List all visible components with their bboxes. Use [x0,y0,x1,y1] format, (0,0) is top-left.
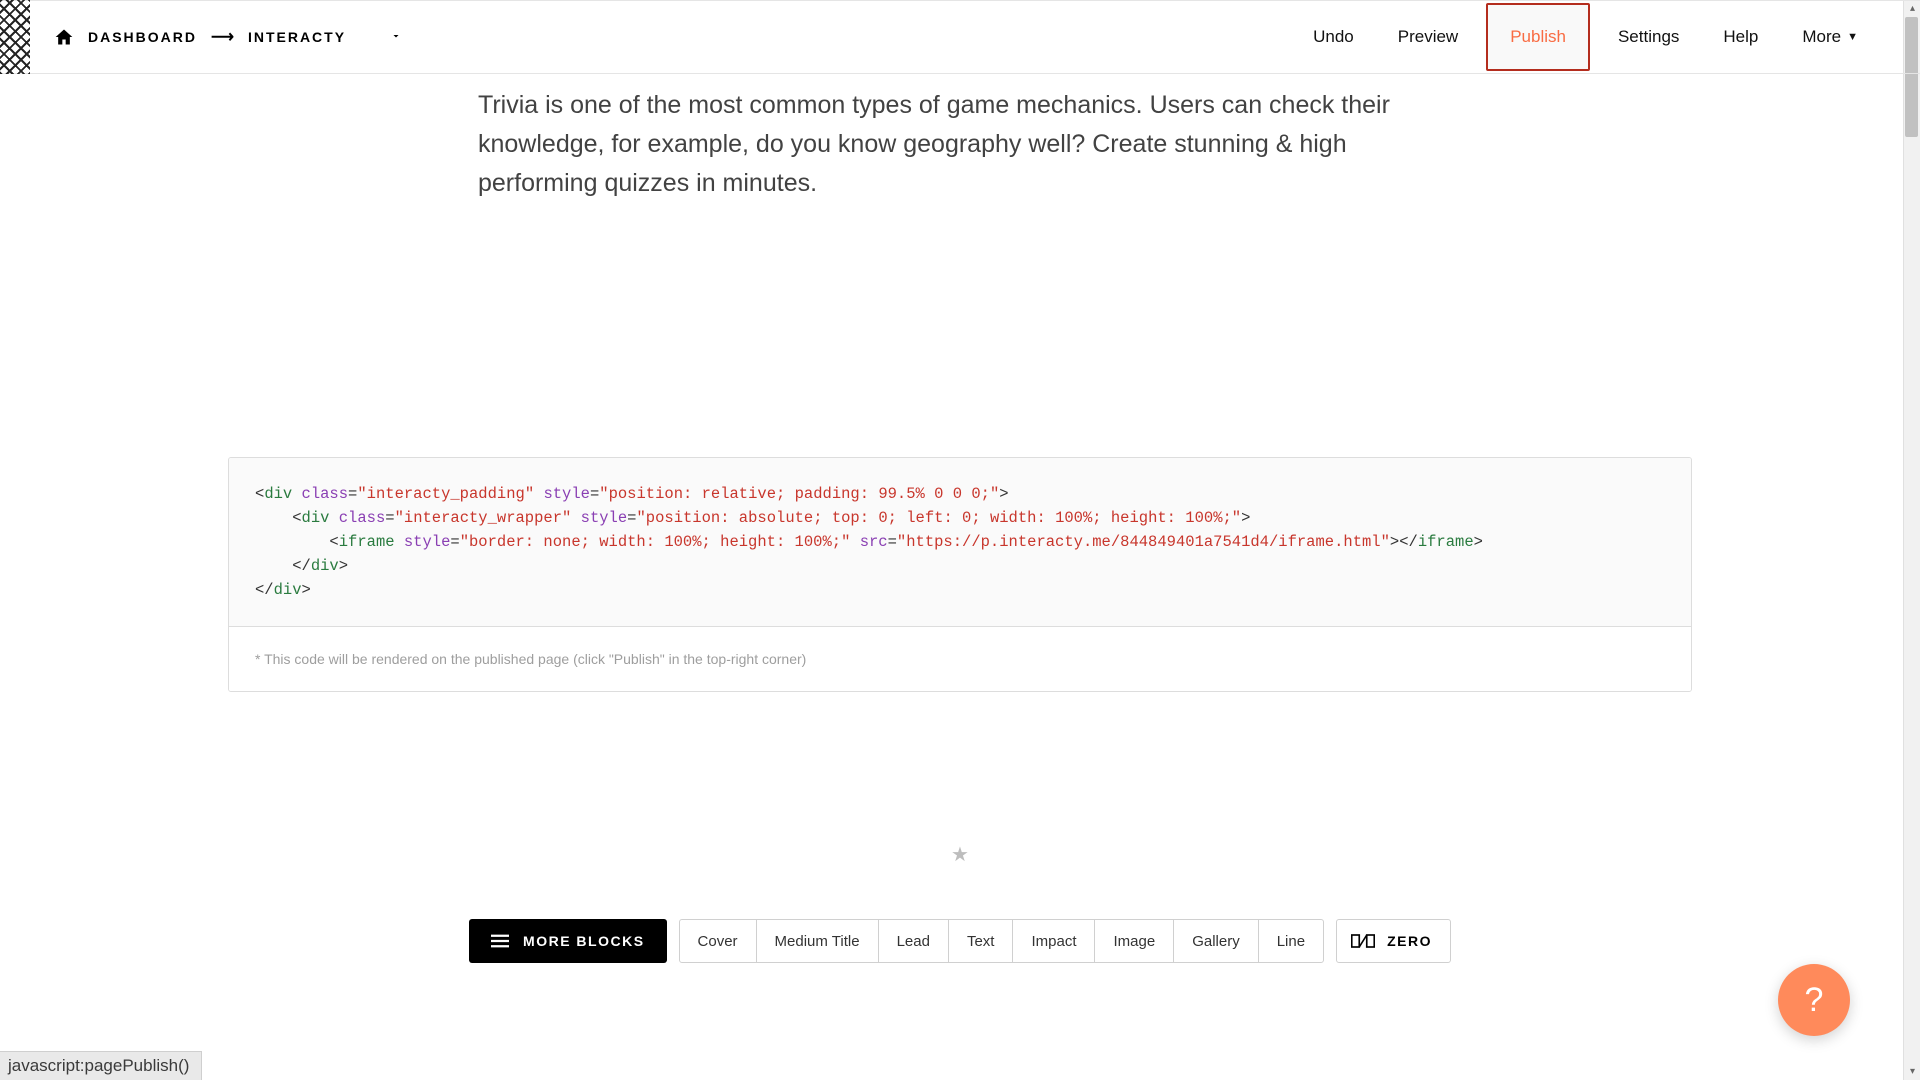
code-style3: border: none; width: 100%; height: 100%; [469,533,841,551]
code-class2: interacty_wrapper [404,509,562,527]
topbar: DASHBOARD ⟶ INTERACTY Undo Preview Publi… [0,0,1920,74]
topbar-actions: Undo Preview Publish Settings Help More … [1291,1,1880,73]
code-class1: interacty_padding [367,485,525,503]
statusbar: javascript:pagePublish() [0,1051,202,1080]
help-fab-button[interactable]: ? [1778,964,1850,1036]
breadcrumb-dropdown-icon[interactable] [390,29,402,45]
block-medium-title[interactable]: Medium Title [757,920,879,962]
undo-button[interactable]: Undo [1291,3,1376,71]
embed-code[interactable]: <div class="interacty_padding" style="po… [229,458,1691,626]
star-divider-icon: ★ [0,842,1920,867]
block-toolbar: MORE BLOCKS Cover Medium Title Lead Text… [0,919,1920,963]
scrollbar-down-icon[interactable]: ▾ [1904,1063,1920,1080]
embed-code-block: <div class="interacty_padding" style="po… [228,457,1692,692]
zero-label: ZERO [1387,933,1432,949]
block-impact[interactable]: Impact [1013,920,1095,962]
vertical-scrollbar[interactable]: ▴ ▾ [1903,0,1920,1080]
block-line[interactable]: Line [1259,920,1323,962]
block-type-group: Cover Medium Title Lead Text Impact Imag… [679,919,1325,963]
settings-button[interactable]: Settings [1596,3,1701,71]
block-cover[interactable]: Cover [680,920,757,962]
block-image[interactable]: Image [1095,920,1174,962]
chevron-down-icon: ▼ [1847,31,1858,43]
more-label: More [1802,27,1841,47]
more-blocks-label: MORE BLOCKS [523,933,645,949]
breadcrumb-dashboard[interactable]: DASHBOARD [88,29,197,45]
home-icon[interactable] [54,27,74,47]
code-style1: position: relative; padding: 99.5% 0 0 0… [609,485,990,503]
page-content: Trivia is one of the most common types o… [0,74,1920,963]
description-text: Trivia is one of the most common types o… [478,86,1398,202]
breadcrumb: DASHBOARD ⟶ INTERACTY [54,27,402,47]
zero-block-button[interactable]: ZERO [1336,919,1451,963]
more-blocks-button[interactable]: MORE BLOCKS [469,919,667,963]
app-logo[interactable] [0,0,30,74]
block-gallery[interactable]: Gallery [1174,920,1259,962]
publish-button[interactable]: Publish [1486,3,1590,71]
more-button[interactable]: More ▼ [1780,3,1880,71]
preview-button[interactable]: Preview [1376,3,1480,71]
code-src: https://p.interacty.me/844849401a7541d4/… [906,533,1380,551]
block-lead[interactable]: Lead [879,920,949,962]
zero-icon [1351,932,1375,950]
code-style2: position: absolute; top: 0; left: 0; wid… [646,509,1232,527]
hamburger-icon [491,934,509,948]
block-text[interactable]: Text [949,920,1014,962]
help-button[interactable]: Help [1701,3,1780,71]
breadcrumb-arrow-icon: ⟶ [211,27,234,47]
embed-code-note: * This code will be rendered on the publ… [229,626,1691,691]
breadcrumb-project[interactable]: INTERACTY [248,29,346,45]
